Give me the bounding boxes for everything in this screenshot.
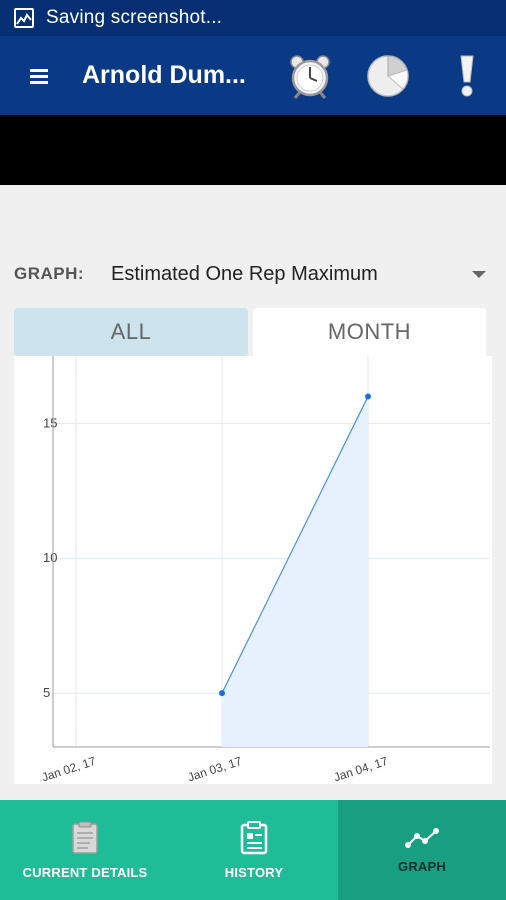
y-tick-label: 10 — [43, 550, 57, 565]
hamburger-icon — [30, 68, 48, 84]
graph-label: GRAPH: — [14, 264, 85, 283]
x-tick-label: Jan 02, 17 — [40, 754, 98, 784]
data-point — [365, 393, 371, 400]
nav-label: HISTORY — [224, 864, 284, 880]
bottom-navigation: CURRENT DETAILS HISTORY GRAPH — [0, 800, 506, 900]
x-tick-label: Jan 03, 17 — [186, 754, 244, 784]
data-point — [219, 690, 225, 697]
graph-type-dropdown[interactable]: Estimated One Rep Maximum — [111, 263, 378, 286]
pie-chart-icon[interactable] — [348, 36, 428, 115]
alarm-clock-icon[interactable] — [272, 36, 348, 115]
nav-label: GRAPH — [398, 858, 446, 874]
estimated-one-rep-max-chart: 5 10 15 Jan 02, 17 Jan 03, 17 Jan 04, 17 — [40, 356, 490, 784]
ad-banner-area — [0, 115, 506, 185]
nav-label: CURRENT DETAILS — [22, 864, 148, 880]
nav-current-details[interactable]: CURRENT DETAILS — [0, 800, 170, 900]
nav-graph[interactable]: GRAPH — [338, 800, 506, 900]
app-bar: Arnold Dum... — [0, 36, 506, 115]
y-tick-label: 5 — [43, 685, 50, 700]
graph-selector-row: GRAPH: Estimated One Rep Maximum — [0, 255, 506, 293]
tab-month[interactable]: MONTH — [253, 308, 486, 356]
clipboard-icon — [72, 821, 98, 854]
x-tick-label: Jan 04, 17 — [332, 754, 390, 784]
page-title: Arnold Dum... — [82, 61, 246, 89]
area-fill — [222, 396, 368, 747]
status-text: Saving screenshot... — [46, 7, 223, 28]
tab-all[interactable]: ALL — [14, 308, 248, 356]
status-bar: Saving screenshot... — [0, 0, 506, 36]
menu-button[interactable] — [0, 36, 82, 115]
app-bar-actions — [272, 36, 506, 115]
document-icon — [240, 820, 268, 854]
line-graph-icon — [405, 827, 439, 848]
dropdown-arrow-icon[interactable] — [472, 270, 486, 278]
y-tick-label: 15 — [43, 415, 57, 430]
nav-history[interactable]: HISTORY — [170, 800, 338, 900]
chart-card: 5 10 15 Jan 02, 17 Jan 03, 17 Jan 04, 17 — [14, 356, 492, 784]
screenshot-icon — [14, 8, 34, 28]
exclamation-icon[interactable] — [428, 36, 506, 115]
